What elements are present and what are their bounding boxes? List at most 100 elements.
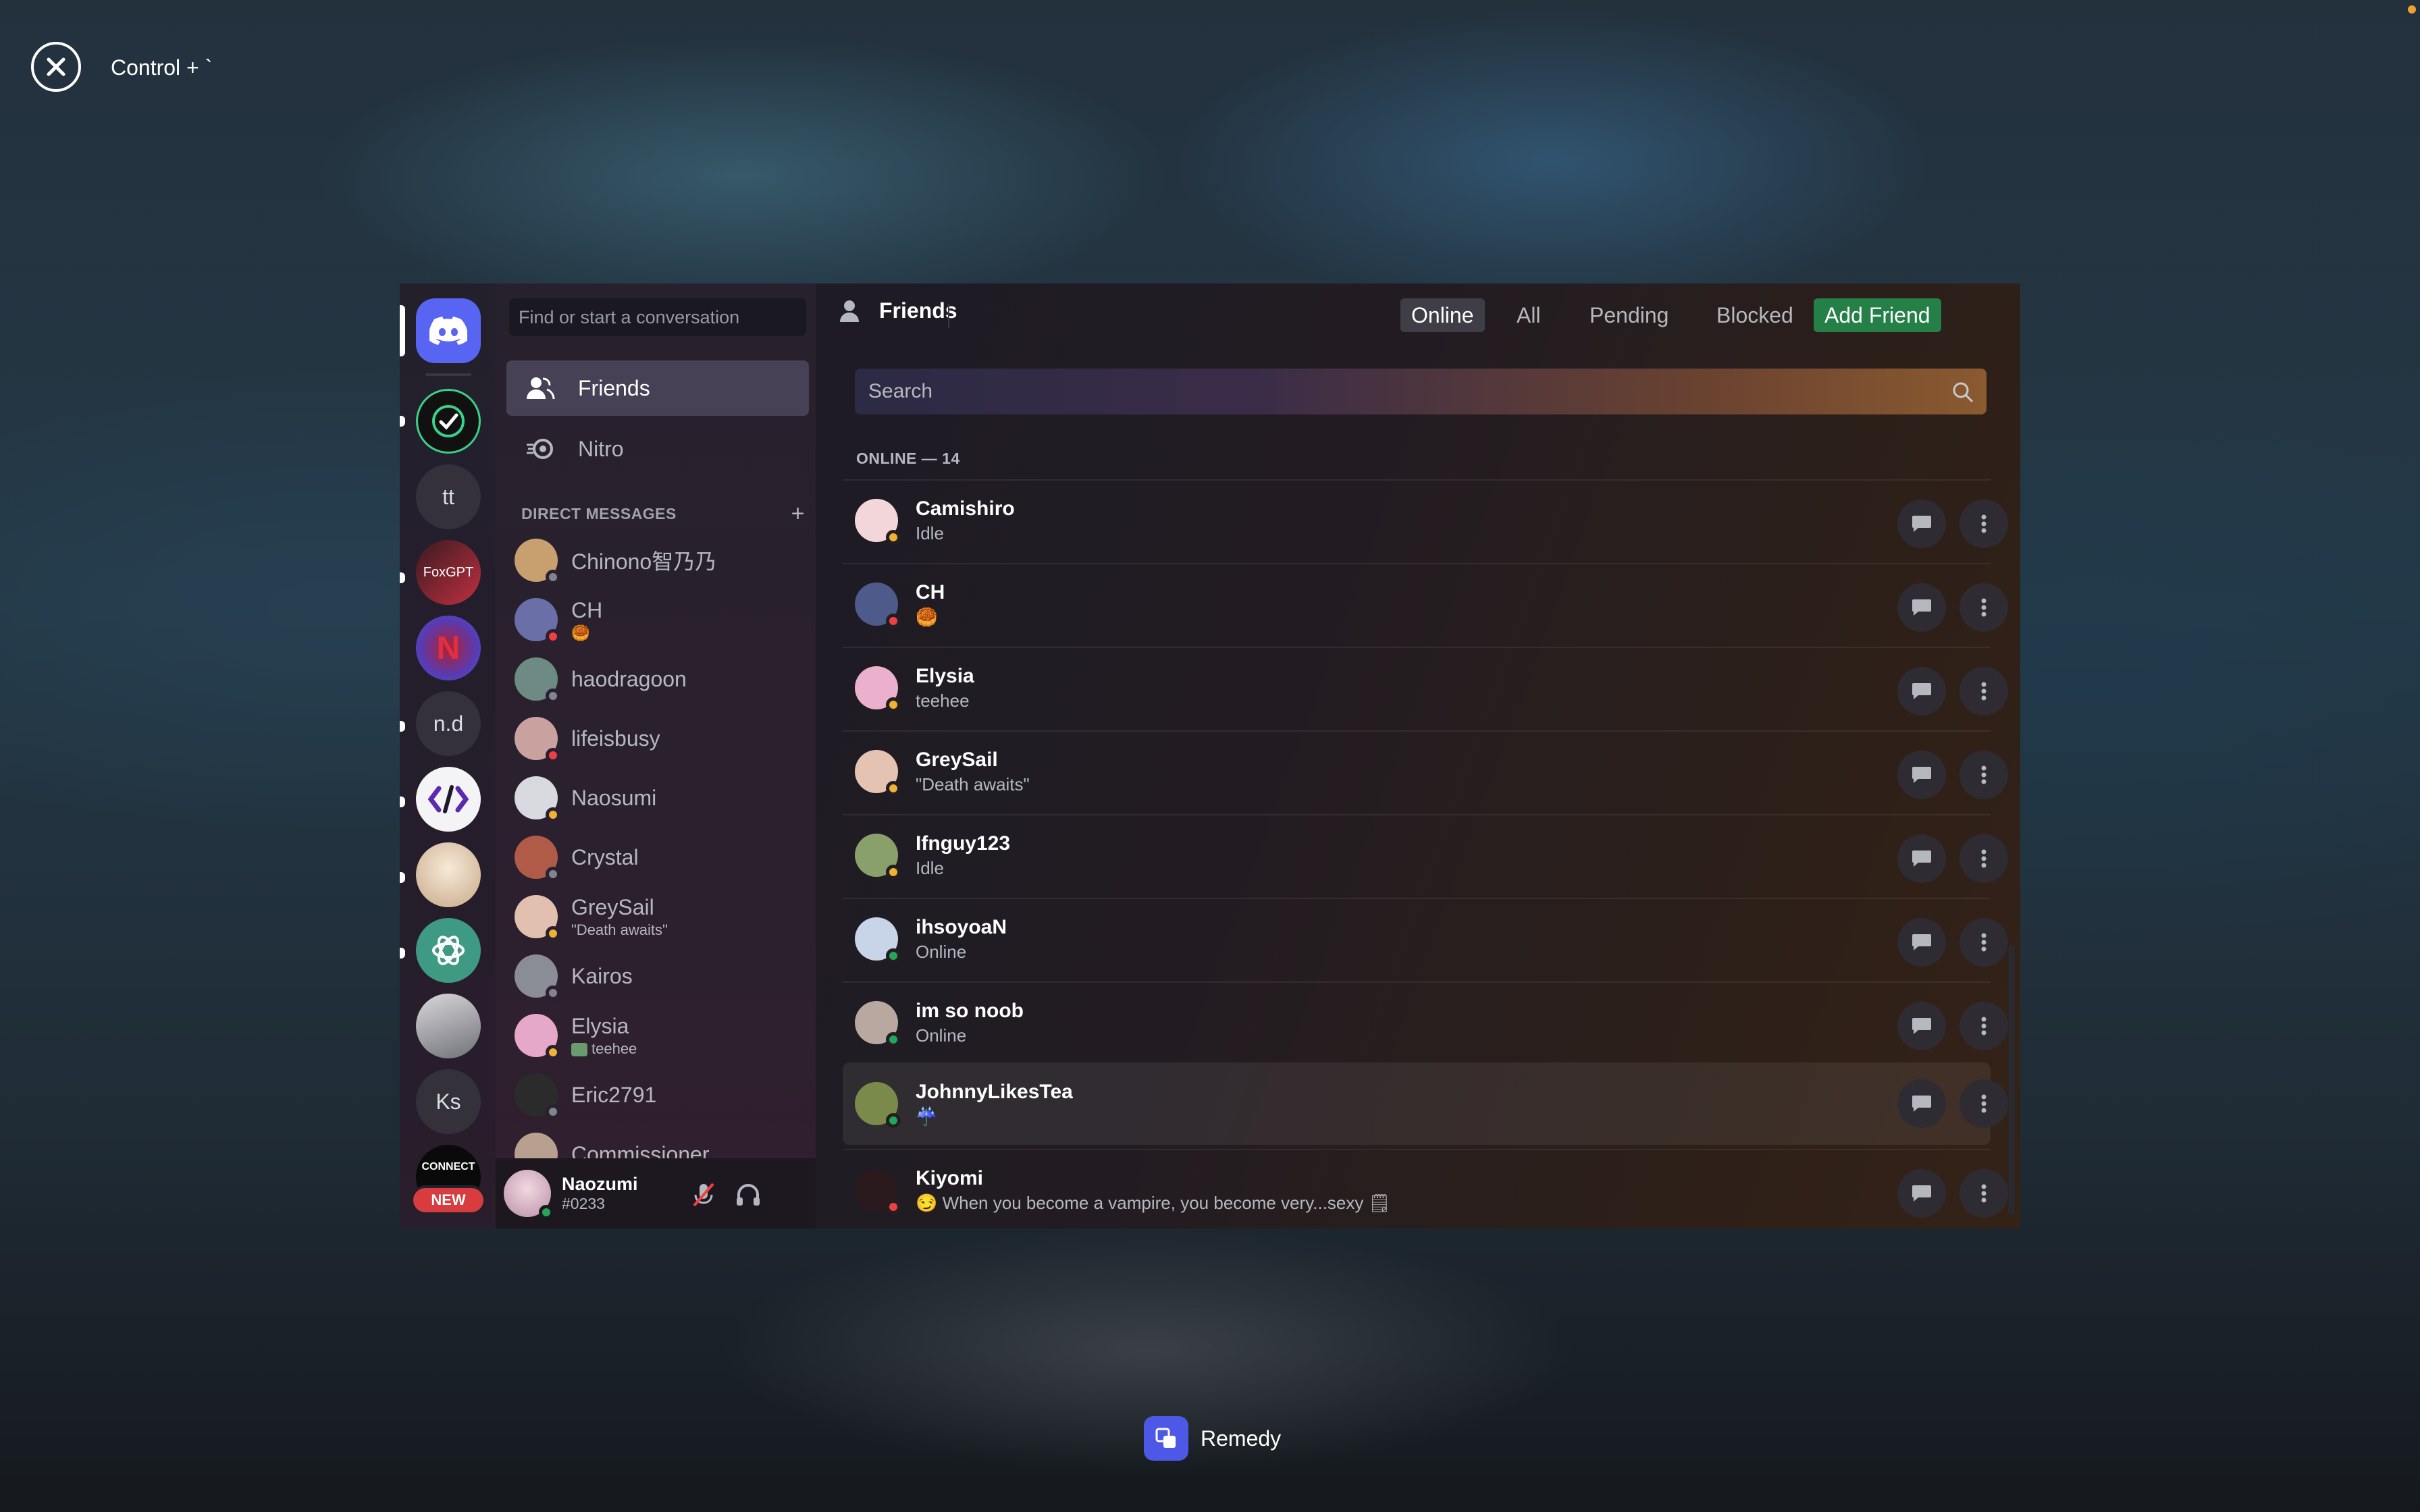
friend-row[interactable]: Kiyomi 😏 When you become a vampire, you b… xyxy=(843,1149,2008,1228)
more-options-button[interactable] xyxy=(1959,834,2008,883)
friends-search-input[interactable]: Search xyxy=(855,369,1987,414)
dm-status: 🥮 xyxy=(571,624,590,641)
mute-mic-icon[interactable] xyxy=(691,1181,716,1212)
dm-name: Chinono智乃乃 xyxy=(571,549,717,574)
checkmark-server[interactable] xyxy=(416,389,481,454)
status-indicator xyxy=(546,1104,560,1119)
status-indicator xyxy=(886,530,901,545)
more-options-button[interactable] xyxy=(1959,751,2008,799)
friend-row[interactable]: im so noob Online xyxy=(843,981,2008,1062)
image-server[interactable] xyxy=(416,994,481,1058)
avatar xyxy=(855,583,901,628)
dm-name: haodragoon xyxy=(571,666,687,691)
close-overlay-button[interactable] xyxy=(31,42,81,92)
dm-item[interactable]: CH 🥮 xyxy=(515,593,812,647)
status-indicator xyxy=(546,807,560,822)
message-button[interactable] xyxy=(1897,1169,1946,1218)
search-icon xyxy=(1951,381,1974,409)
add-dm-icon[interactable]: + xyxy=(791,501,805,527)
dm-item[interactable]: haodragoon xyxy=(515,652,812,706)
message-button[interactable] xyxy=(1897,918,1946,967)
dm-name: CH xyxy=(571,597,603,622)
emoji-icon xyxy=(571,1042,587,1056)
dm-item[interactable]: Naosumi xyxy=(515,771,812,825)
headphones-icon[interactable] xyxy=(735,1181,762,1212)
avatar xyxy=(855,499,901,545)
more-vertical-icon xyxy=(1981,1094,1987,1113)
nd-server[interactable]: n.d xyxy=(416,691,481,756)
tab-pending[interactable]: Pending xyxy=(1579,298,1679,332)
friends-icon xyxy=(525,376,558,400)
friend-status: teehee xyxy=(916,690,970,711)
tab-online-label[interactable]: Online xyxy=(1400,298,1485,332)
friend-name: Elysia xyxy=(916,664,974,687)
user-avatar[interactable] xyxy=(504,1170,554,1220)
friend-name: Camishiro xyxy=(916,497,1015,520)
more-options-button[interactable] xyxy=(1959,1169,2008,1218)
tab-blocked[interactable]: Blocked xyxy=(1706,298,1804,332)
friend-row[interactable]: JohnnyLikesTea ☔ xyxy=(843,1062,2008,1145)
dm-status: "Death awaits" xyxy=(571,921,668,938)
indicator-dot xyxy=(2408,5,2416,14)
find-conversation-button[interactable]: Find or start a conversation xyxy=(509,298,806,336)
add-friend-button[interactable]: Add Friend xyxy=(1814,298,1941,332)
chatgpt-server[interactable] xyxy=(416,918,481,983)
message-button[interactable] xyxy=(1897,751,1946,799)
discord-home-button[interactable] xyxy=(416,298,481,363)
nav-nitro[interactable]: Nitro xyxy=(506,421,809,477)
friends-wave-icon xyxy=(839,299,868,323)
tab-all[interactable]: All xyxy=(1506,298,1552,332)
more-options-button[interactable] xyxy=(1959,1002,2008,1050)
dm-item[interactable]: Kairos xyxy=(515,949,812,1003)
message-button[interactable] xyxy=(1897,500,1946,548)
tt-server[interactable]: tt xyxy=(416,464,481,529)
friend-status: 🥮 xyxy=(916,606,938,627)
scrollbar[interactable] xyxy=(2008,945,2015,1215)
dm-name: Kairos xyxy=(571,963,633,988)
message-button[interactable] xyxy=(1897,667,1946,716)
message-button[interactable] xyxy=(1897,1002,1946,1050)
friend-text: im so noob Online xyxy=(916,1000,1024,1046)
friend-row[interactable]: Ifnguy123 Idle xyxy=(843,814,2008,895)
code-server[interactable] xyxy=(416,767,481,832)
user-info[interactable]: Naozumi #0233 xyxy=(562,1174,638,1213)
dm-status-text: teehee xyxy=(591,1040,637,1057)
friend-row[interactable]: GreySail "Death awaits" xyxy=(843,730,2008,811)
friend-status: Idle xyxy=(916,857,944,878)
more-options-button[interactable] xyxy=(1959,500,2008,548)
ks-server[interactable]: Ks xyxy=(416,1069,481,1134)
more-options-button[interactable] xyxy=(1959,918,2008,967)
dm-item[interactable]: Chinono智乃乃 xyxy=(515,533,812,587)
remedy-dock-item[interactable]: Remedy xyxy=(1144,1416,1281,1461)
server-label: N xyxy=(436,630,461,666)
server-label: Ks xyxy=(436,1089,461,1114)
netflix-server[interactable]: N xyxy=(416,616,481,680)
friend-row[interactable]: CH 🥮 xyxy=(843,563,2008,644)
message-button[interactable] xyxy=(1897,583,1946,632)
friend-row[interactable]: Camishiro Idle xyxy=(843,479,2008,560)
dm-item[interactable]: Crystal xyxy=(515,830,812,884)
server-label: CONNECT xyxy=(421,1161,475,1172)
chat-bubble-icon xyxy=(1912,516,1931,532)
dm-item[interactable]: Eric2791 xyxy=(515,1068,812,1122)
openai-logo-icon xyxy=(432,936,465,965)
dm-item[interactable]: lifeisbusy xyxy=(515,711,812,765)
friend-row[interactable]: ihsoyoaN Online xyxy=(843,898,2008,979)
message-button[interactable] xyxy=(1897,834,1946,883)
message-button[interactable] xyxy=(1897,1079,1946,1128)
foxgpt-server[interactable]: FoxGPT xyxy=(416,540,481,605)
anime-server[interactable] xyxy=(416,842,481,907)
friend-name: Ifnguy123 xyxy=(916,832,1011,855)
friend-text: JohnnyLikesTea ☔ xyxy=(916,1081,1073,1127)
dm-item[interactable]: Elysia teehee xyxy=(515,1008,812,1062)
more-options-button[interactable] xyxy=(1959,667,2008,716)
status-indicator xyxy=(546,748,560,763)
more-options-button[interactable] xyxy=(1959,1079,2008,1128)
nav-friends[interactable]: Friends xyxy=(506,360,809,416)
chat-bubble-icon xyxy=(1912,1096,1931,1112)
more-options-button[interactable] xyxy=(1959,583,2008,632)
dm-item[interactable]: GreySail "Death awaits" xyxy=(515,890,812,944)
username: Naozumi xyxy=(562,1174,638,1194)
avatar xyxy=(515,1014,560,1060)
friend-row[interactable]: Elysia teehee xyxy=(843,647,2008,728)
